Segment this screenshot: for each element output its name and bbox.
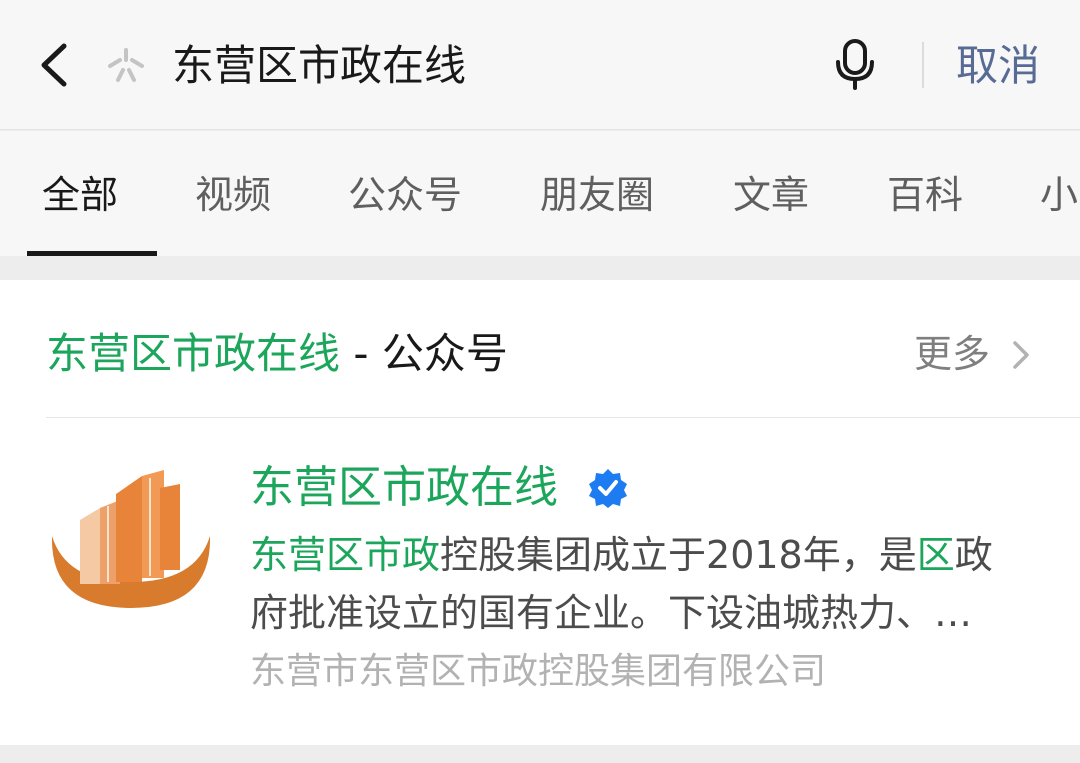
- search-divider: [922, 42, 924, 88]
- tab-mini-programs[interactable]: 小: [1040, 167, 1078, 223]
- official-account-results-card: 东营区市政在线 - 公众号 更多 东营区市政在线 东营区市政控股集团成立于201…: [0, 280, 1080, 745]
- cancel-button[interactable]: 取消: [956, 38, 1040, 94]
- more-button[interactable]: 更多: [914, 326, 1044, 382]
- chevron-right-icon: [1013, 341, 1029, 369]
- tab-all[interactable]: 全部: [42, 167, 118, 223]
- microphone-icon: [836, 39, 874, 90]
- description-highlight-2: 区: [916, 533, 955, 577]
- description-text-end: 政: [954, 533, 993, 577]
- filter-tabs: 全部 视频 公众号 朋友圈 文章 百科 小: [0, 131, 1080, 256]
- description-line-1: 东营区市政控股集团成立于2018年，是区政: [250, 526, 1040, 584]
- description-line-2: 府批准设立的国有企业。下设油城热力、…: [250, 591, 973, 635]
- description-highlight: 东营区市政: [250, 533, 441, 577]
- tab-articles[interactable]: 文章: [733, 167, 809, 223]
- company-logo-icon: [51, 470, 211, 608]
- account-avatar: [46, 458, 216, 618]
- back-chevron-icon: [41, 43, 67, 87]
- tab-moments[interactable]: 朋友圈: [540, 167, 654, 223]
- account-name: 东营区市政在线: [250, 462, 558, 513]
- account-result-item[interactable]: 东营区市政在线 东营区市政控股集团成立于2018年，是区政 府批准设立的国有企业…: [0, 418, 1080, 745]
- section-title-suffix: - 公众号: [340, 329, 508, 378]
- search-input[interactable]: 东营区市政在线: [172, 38, 466, 94]
- section-title: 东营区市政在线 - 公众号: [46, 326, 508, 382]
- tab-encyclopedia[interactable]: 百科: [887, 167, 963, 223]
- search-bar: 东营区市政在线 取消: [0, 0, 1080, 130]
- account-company: 东营市东营区市政控股集团有限公司: [250, 651, 827, 692]
- verified-badge-icon: [589, 469, 627, 508]
- search-spark-icon: [104, 46, 148, 86]
- description-text: 控股集团成立于2018年，是: [440, 533, 917, 577]
- account-description: 东营区市政控股集团成立于2018年，是区政 府批准设立的国有企业。下设油城热力、…: [250, 526, 1040, 642]
- back-button[interactable]: [28, 34, 84, 96]
- section-title-highlight: 东营区市政在线: [46, 329, 341, 378]
- active-tab-indicator: [27, 251, 157, 256]
- search-results-screen: 东营区市政在线 取消 全部 视频 公众号 朋友圈 文章 百科 小 东营区市政在线…: [0, 0, 1080, 763]
- more-label: 更多: [914, 332, 991, 376]
- voice-search-button[interactable]: [832, 38, 878, 90]
- tab-official-accounts[interactable]: 公众号: [348, 167, 462, 223]
- tab-video[interactable]: 视频: [195, 167, 271, 223]
